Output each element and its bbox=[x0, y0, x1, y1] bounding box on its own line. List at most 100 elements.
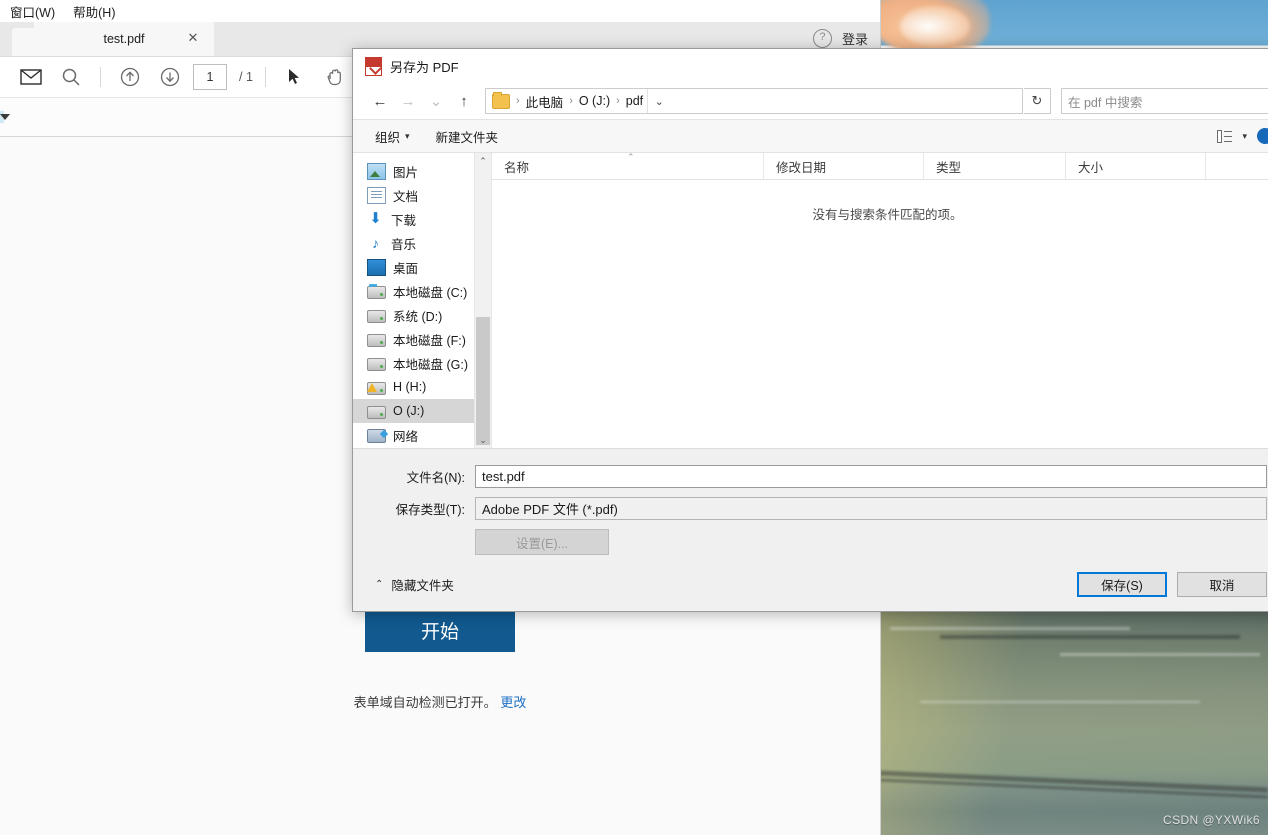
nav-item-drive-h[interactable]: H (H:) bbox=[353, 375, 491, 399]
cursor-icon[interactable] bbox=[278, 60, 312, 94]
nav-item-music[interactable]: ♪ 音乐 bbox=[353, 231, 491, 255]
nav-item-label: 本地磁盘 (G:) bbox=[393, 357, 468, 372]
chevron-down-icon: ▾ bbox=[405, 130, 410, 141]
column-header-label: 类型 bbox=[936, 160, 962, 175]
column-header-label: 修改日期 bbox=[776, 160, 827, 175]
tab-test-pdf[interactable]: test.pdf ✕ bbox=[34, 22, 214, 56]
chevron-down-icon[interactable]: ⌄ bbox=[647, 89, 670, 113]
breadcrumb-item-pdf[interactable]: pdf bbox=[626, 94, 643, 108]
up-one-level-button[interactable]: ↑ bbox=[451, 88, 477, 114]
nav-item-downloads[interactable]: ⬇ 下载 bbox=[353, 207, 491, 231]
dialog-title: 另存为 PDF bbox=[390, 59, 459, 75]
nav-item-documents[interactable]: 文档 bbox=[353, 183, 491, 207]
breadcrumb-separator-2: › bbox=[616, 95, 620, 107]
pictures-icon bbox=[367, 162, 386, 180]
nav-item-system-d[interactable]: 系统 (D:) bbox=[353, 303, 491, 327]
new-folder-button[interactable]: 新建文件夹 bbox=[436, 127, 499, 146]
filename-input[interactable]: test.pdf bbox=[475, 464, 1267, 488]
nav-item-label: 系统 (D:) bbox=[393, 309, 443, 324]
chevron-down-icon[interactable]: ▾ bbox=[1242, 131, 1247, 142]
back-button[interactable]: ← bbox=[367, 88, 393, 114]
nav-item-drive-o[interactable]: O (J:) bbox=[353, 399, 491, 423]
tab-strip-left-gap bbox=[0, 22, 12, 56]
refresh-icon[interactable]: ↻ bbox=[1024, 88, 1051, 114]
navigation-pane-scrollbar[interactable]: ⌃ ⌄ bbox=[474, 153, 491, 448]
form-detection-hint: 表单域自动检测已打开。 更改 bbox=[354, 692, 527, 711]
menu-item-window[interactable]: 窗口(W) bbox=[10, 2, 55, 21]
start-button[interactable]: 开始 bbox=[365, 608, 515, 652]
breadcrumb-item-drive[interactable]: O (J:) bbox=[579, 94, 610, 108]
nav-item-local-disk-c[interactable]: 本地磁盘 (C:) bbox=[353, 279, 491, 303]
filetype-select[interactable]: Adobe PDF 文件 (*.pdf) bbox=[475, 496, 1267, 520]
form-detection-change-link[interactable]: 更改 bbox=[500, 695, 526, 710]
filetype-label: 保存类型(T): bbox=[395, 502, 465, 517]
recent-locations-button[interactable]: ⌄ bbox=[423, 88, 449, 114]
page-number-input[interactable]: 1 bbox=[193, 64, 227, 90]
list-view-icon[interactable] bbox=[1217, 129, 1233, 143]
cancel-button[interactable]: 取消 bbox=[1177, 571, 1267, 597]
cloud-highlight-shape bbox=[900, 6, 970, 46]
sort-ascending-icon: ⌃ bbox=[627, 152, 635, 162]
command-bar-right-group: ▾ bbox=[1217, 128, 1268, 144]
column-header-date[interactable]: 修改日期 bbox=[764, 153, 924, 179]
toolbar-divider bbox=[100, 67, 101, 87]
column-header-type[interactable]: 类型 bbox=[924, 153, 1066, 179]
breadcrumb-separator-0: › bbox=[516, 95, 520, 107]
arrow-down-circle-icon[interactable] bbox=[153, 60, 187, 94]
nav-item-local-disk-g[interactable]: 本地磁盘 (G:) bbox=[353, 351, 491, 375]
windows-drive-icon bbox=[367, 285, 386, 299]
organize-button[interactable]: 组织 ▾ bbox=[375, 127, 410, 146]
empty-list-message: 没有与搜索条件匹配的项。 bbox=[812, 208, 963, 222]
network-icon bbox=[367, 429, 386, 443]
nav-item-label: 桌面 bbox=[393, 261, 419, 276]
column-header-label: 名称 bbox=[504, 160, 530, 175]
forward-button[interactable]: → bbox=[395, 88, 421, 114]
chevron-down-icon[interactable] bbox=[0, 114, 10, 120]
nav-item-pictures[interactable]: 图片 bbox=[353, 159, 491, 183]
page-total-label: / 1 bbox=[239, 70, 253, 84]
nav-item-local-disk-f[interactable]: 本地磁盘 (F:) bbox=[353, 327, 491, 351]
scrollbar-thumb[interactable] bbox=[476, 317, 490, 445]
nav-item-label: O (J:) bbox=[393, 404, 425, 418]
address-breadcrumb-bar[interactable]: › 此电脑 › O (J:) › pdf ⌄ bbox=[485, 88, 1023, 114]
search-input[interactable]: 在 pdf 中搜索 bbox=[1061, 88, 1268, 114]
settings-button[interactable]: 设置(E)... bbox=[475, 529, 609, 555]
hide-folders-button[interactable]: ⌃ 隐藏文件夹 bbox=[375, 575, 454, 594]
drive-icon bbox=[367, 357, 386, 371]
envelope-icon[interactable] bbox=[14, 60, 48, 94]
scroll-down-icon[interactable]: ⌄ bbox=[475, 432, 491, 448]
breadcrumb-separator-1: › bbox=[569, 95, 573, 107]
scroll-up-icon[interactable]: ⌃ bbox=[475, 153, 491, 169]
save-button[interactable]: 保存(S) bbox=[1077, 571, 1167, 597]
dialog-form-area: 文件名(N): test.pdf 保存类型(T): Adobe PDF 文件 (… bbox=[353, 448, 1268, 557]
menu-bar: 窗口(W) 帮助(H) bbox=[0, 0, 880, 22]
dialog-command-bar: 组织 ▾ 新建文件夹 ▾ bbox=[353, 119, 1268, 153]
file-list-pane: 名称 ⌃ 修改日期 类型 大小 没有与搜索条件匹配的项。 bbox=[492, 152, 1268, 448]
nav-item-network[interactable]: 网络 bbox=[353, 423, 491, 447]
arrow-up-circle-icon[interactable] bbox=[113, 60, 147, 94]
breadcrumb-item-this-pc[interactable]: 此电脑 bbox=[526, 92, 564, 111]
column-header-size[interactable]: 大小 bbox=[1066, 153, 1206, 179]
tab-home-partial[interactable] bbox=[12, 28, 34, 56]
drive-icon bbox=[367, 309, 386, 323]
search-icon[interactable] bbox=[54, 60, 88, 94]
folder-icon bbox=[492, 91, 510, 109]
file-list-header: 名称 ⌃ 修改日期 类型 大小 bbox=[492, 152, 1268, 180]
landscape-photo: CSDN @YXWik6 bbox=[880, 601, 1268, 835]
dialog-body: 图片 文档 ⬇ 下载 ♪ 音乐 桌面 本地磁盘 (C:) 系统 (D:) 本地磁… bbox=[353, 152, 1268, 448]
watermark-text: CSDN @YXWik6 bbox=[1163, 813, 1260, 827]
hand-icon[interactable] bbox=[318, 60, 352, 94]
drive-icon bbox=[367, 333, 386, 347]
close-icon[interactable]: ✕ bbox=[186, 31, 200, 45]
nav-item-label: 本地磁盘 (F:) bbox=[393, 333, 466, 348]
column-header-name[interactable]: 名称 ⌃ bbox=[492, 152, 764, 179]
help-circle-icon[interactable] bbox=[1257, 128, 1268, 144]
menu-item-help[interactable]: 帮助(H) bbox=[73, 2, 115, 21]
nav-item-label: 音乐 bbox=[391, 237, 417, 252]
form-detection-hint-text: 表单域自动检测已打开。 bbox=[353, 695, 497, 710]
filename-label: 文件名(N): bbox=[406, 470, 465, 485]
nav-item-desktop[interactable]: 桌面 bbox=[353, 255, 491, 279]
filename-row: 文件名(N): test.pdf bbox=[353, 463, 1268, 489]
help-icon[interactable]: ? bbox=[812, 29, 832, 48]
signin-label[interactable]: 登录 bbox=[842, 29, 868, 48]
